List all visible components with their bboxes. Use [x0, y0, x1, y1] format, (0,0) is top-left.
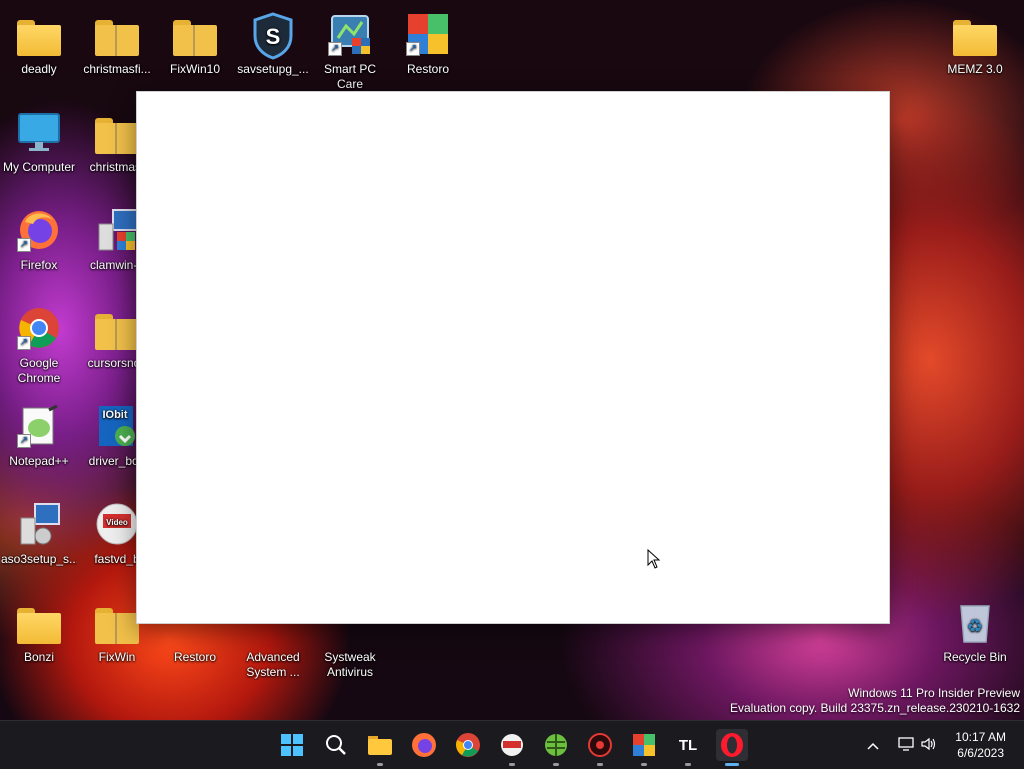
chrome-icon: [456, 733, 480, 757]
desktop-icon-bonzi[interactable]: Bonzi: [1, 596, 77, 686]
shortcut-arrow-icon: ↗: [328, 42, 342, 56]
svg-text:S: S: [266, 24, 281, 49]
taskbar-tl-app[interactable]: TL: [672, 729, 704, 766]
firefox-icon: [412, 733, 436, 757]
desktop-icon-christmasfi[interactable]: christmasfi...: [79, 8, 155, 98]
iobit-box-icon: IObit: [95, 404, 139, 448]
folder-icon: [17, 600, 61, 644]
desktop-icon-label: christmasfi...: [83, 62, 151, 76]
zip-folder-icon: [173, 12, 217, 56]
shortcut-arrow-icon: ↗: [17, 336, 31, 350]
desktop-icon-label: savsetupg_...: [237, 62, 309, 76]
taskbar-file-explorer[interactable]: [364, 729, 396, 766]
gear-red-icon: [588, 733, 612, 757]
zip-folder-icon: [95, 306, 139, 350]
desktop-icon-memz[interactable]: MEMZ 3.0: [937, 8, 1013, 98]
start-button[interactable]: [276, 729, 308, 761]
search-button[interactable]: [320, 729, 352, 761]
volume-icon[interactable]: [918, 737, 940, 754]
desktop-icon-notepadpp[interactable]: ↗ Notepad++: [1, 400, 77, 490]
shortcut-arrow-icon: ↗: [17, 434, 31, 448]
desktop-icon-label: MEMZ 3.0: [947, 62, 1003, 76]
clock-time: 10:17 AM: [955, 730, 1006, 744]
shortcut-arrow-icon: ↗: [406, 42, 420, 56]
desktop-icon-smart-pc-care[interactable]: ↗ Smart PC Care: [312, 8, 388, 98]
monitor-icon: [17, 110, 61, 154]
desktop-icon-recycle-bin[interactable]: ♻ Recycle Bin: [937, 596, 1013, 686]
desktop-icon-label: My Computer: [2, 160, 76, 174]
taskbar-globe-app[interactable]: [540, 729, 572, 766]
svg-text:IObit: IObit: [102, 409, 127, 421]
desktop-icon-firefox[interactable]: ↗ Firefox: [1, 204, 77, 294]
desktop-icon-deadly[interactable]: deadly: [1, 8, 77, 98]
desktop-icon-google-chrome[interactable]: ↗ Google Chrome: [1, 302, 77, 392]
folder-icon: [953, 12, 997, 56]
recycle-bin-icon: ♻: [953, 600, 997, 644]
desktop-icon-label: FixWin: [98, 650, 136, 664]
chrome-icon: ↗: [17, 306, 61, 350]
svg-text:Video: Video: [106, 518, 128, 527]
bonzi-app-icon: [501, 734, 523, 756]
desktop-icon-label: Restoro: [173, 650, 217, 664]
globe-app-icon: [545, 734, 567, 756]
desktop-icon-savsetupg[interactable]: S savsetupg_...: [235, 8, 311, 98]
search-icon: [326, 735, 346, 755]
start-icon: [281, 734, 303, 756]
zip-folder-icon: [95, 110, 139, 154]
clock-date: 6/6/2023: [957, 746, 1004, 760]
shield-s-icon: S: [251, 12, 295, 60]
desktop-icon-label: Advanced System ...: [246, 650, 300, 679]
restoro-icon: [633, 734, 655, 756]
system-tray: [862, 721, 940, 769]
mouse-cursor-icon: [647, 549, 661, 569]
desktop-icon-label: Google Chrome: [17, 356, 61, 385]
taskbar-gear-app[interactable]: [584, 729, 616, 766]
windows-watermark: Windows 11 Pro Insider Preview Evaluatio…: [730, 686, 1020, 716]
taskbar-restoro[interactable]: [628, 729, 660, 766]
desktop-icon-label: Notepad++: [9, 454, 69, 468]
desktop-icon-label: Firefox: [20, 258, 58, 272]
desktop-icon-label: Smart PC Care: [323, 62, 376, 91]
desktop-icon-my-computer[interactable]: My Computer: [1, 106, 77, 196]
restoro-icon: ↗: [406, 12, 450, 56]
desktop-icon-aso3setup[interactable]: aso3setup_s...: [1, 498, 77, 588]
watermark-line-1: Windows 11 Pro Insider Preview: [848, 686, 1020, 700]
taskbar-firefox[interactable]: [408, 729, 440, 761]
network-icon[interactable]: [894, 736, 918, 754]
folder-icon: [17, 12, 61, 56]
desktop-icon-restoro[interactable]: ↗ Restoro: [390, 8, 466, 98]
desktop-icon-label: aso3setup_s...: [1, 552, 77, 566]
blank-window[interactable]: [136, 91, 890, 624]
file-explorer-icon: [368, 736, 392, 755]
desktop-icon-label: Recycle Bin: [943, 650, 1007, 664]
taskbar-bonzi-app[interactable]: [496, 729, 528, 766]
video-downloader-icon: Video: [95, 502, 139, 546]
shortcut-arrow-icon: ↗: [17, 238, 31, 252]
desktop-icon-label: deadly: [21, 62, 57, 76]
svg-text:♻: ♻: [967, 616, 983, 637]
taskbar-chrome[interactable]: [452, 729, 484, 761]
desktop-icon-fixwin10[interactable]: FixWin10: [157, 8, 233, 98]
watermark-line-2: Evaluation copy. Build 23375.zn_release.…: [730, 701, 1020, 715]
desktop-icon-label: FixWin10: [169, 62, 220, 76]
opera-icon: [721, 733, 743, 757]
firefox-icon: ↗: [17, 208, 61, 252]
taskbar: TL 10:17 AM 6/6/2023: [0, 720, 1024, 769]
tl-icon: TL: [678, 736, 698, 754]
smart-pc-care-icon: ↗: [328, 12, 372, 56]
taskbar-clock[interactable]: 10:17 AM 6/6/2023: [955, 729, 1006, 761]
zip-folder-icon: [95, 600, 139, 644]
zip-folder-icon: [95, 12, 139, 56]
installer-icon: [95, 208, 139, 252]
chevron-up-icon[interactable]: [862, 737, 884, 753]
desktop-icon-label: Systweak Antivirus: [324, 650, 376, 679]
taskbar-opera[interactable]: [716, 729, 748, 766]
installer-icon: [17, 502, 61, 546]
notepad-plus-plus-icon: ↗: [17, 404, 61, 448]
desktop-icon-label: Bonzi: [23, 650, 55, 664]
desktop-icon-label: Restoro: [406, 62, 450, 76]
